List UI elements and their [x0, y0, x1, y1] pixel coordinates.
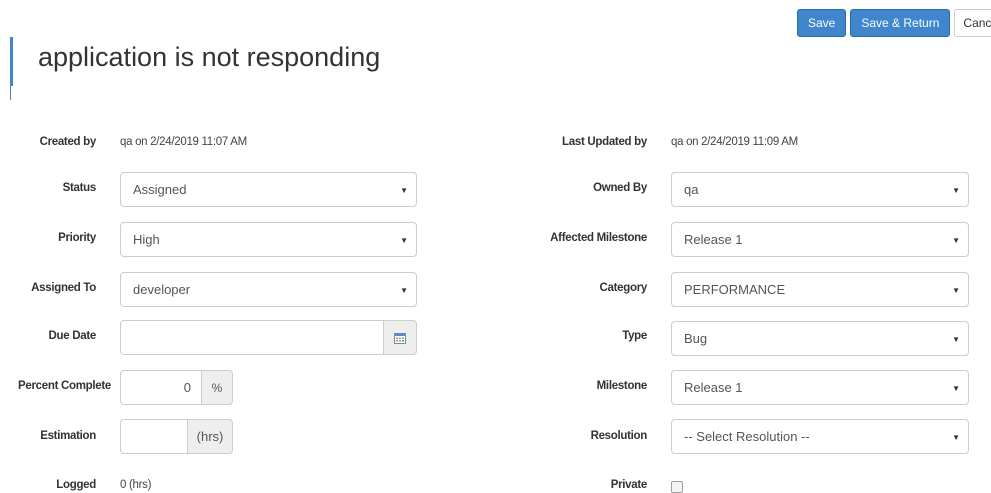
last-updated-by-label: Last Updated by — [562, 136, 647, 148]
save-and-return-button[interactable]: Save & Return — [850, 9, 951, 37]
resolution-label: Resolution — [590, 430, 648, 442]
type-select[interactable]: Bug ▼ — [671, 321, 969, 356]
cancel-button[interactable]: Cancel — [954, 9, 991, 37]
owned-by-select[interactable]: qa ▼ — [671, 172, 969, 207]
status-value: Assigned — [133, 182, 187, 197]
type-label: Type — [622, 330, 647, 342]
caret-down-icon: ▼ — [952, 433, 960, 442]
caret-down-icon: ▼ — [400, 186, 408, 195]
category-label: Category — [599, 282, 648, 294]
affected-milestone-value: Release 1 — [684, 232, 743, 247]
due-date-label: Due Date — [48, 330, 97, 342]
caret-down-icon: ▼ — [400, 236, 408, 245]
assigned-to-value: developer — [133, 282, 191, 297]
category-value: PERFORMANCE — [684, 282, 786, 297]
milestone-select[interactable]: Release 1 ▼ — [671, 370, 969, 405]
caret-down-icon: ▼ — [952, 286, 960, 295]
calendar-button[interactable] — [383, 320, 417, 355]
resolution-select[interactable]: -- Select Resolution -- ▼ — [671, 419, 969, 454]
caret-down-icon: ▼ — [952, 384, 960, 393]
estimation-group: (hrs) — [120, 419, 233, 454]
caret-down-icon: ▼ — [952, 236, 960, 245]
caret-down-icon: ▼ — [952, 186, 960, 195]
type-value: Bug — [684, 331, 708, 346]
milestone-value: Release 1 — [684, 380, 743, 395]
status-select[interactable]: Assigned ▼ — [120, 172, 417, 207]
toolbar: Save Save & Return Cancel — [797, 9, 991, 37]
last-updated-by-value: qa on 2/24/2019 11:09 AM — [671, 136, 798, 148]
percent-addon: % — [201, 370, 233, 405]
assigned-to-select[interactable]: developer ▼ — [120, 272, 417, 307]
percent-complete-input[interactable]: 0 — [120, 370, 201, 405]
owned-by-label: Owned By — [593, 182, 647, 194]
due-date-input[interactable] — [120, 320, 383, 355]
resolution-value: -- Select Resolution -- — [684, 429, 810, 444]
category-select[interactable]: PERFORMANCE ▼ — [671, 272, 969, 307]
caret-down-icon: ▼ — [400, 286, 408, 295]
created-by-label: Created by — [39, 136, 97, 148]
percent-complete-group: 0 % — [120, 370, 233, 405]
estimation-label: Estimation — [40, 430, 96, 442]
page-title: application is not responding — [38, 42, 381, 72]
caret-down-icon: ▼ — [952, 335, 960, 344]
affected-milestone-select[interactable]: Release 1 ▼ — [671, 222, 969, 257]
owned-by-value: qa — [684, 182, 699, 197]
private-label: Private — [610, 479, 648, 491]
milestone-label: Milestone — [596, 380, 648, 392]
priority-label: Priority — [58, 232, 96, 244]
affected-milestone-label: Affected Milestone — [550, 232, 647, 244]
status-label: Status — [62, 182, 97, 194]
priority-value: High — [133, 232, 160, 247]
private-checkbox[interactable] — [671, 481, 683, 493]
logged-value: 0 (hrs) — [120, 479, 152, 491]
title-accent-tail — [10, 86, 13, 100]
assigned-to-label: Assigned To — [31, 282, 96, 294]
estimation-input[interactable] — [120, 419, 187, 454]
save-button[interactable]: Save — [797, 9, 847, 37]
logged-label: Logged — [56, 479, 96, 491]
percent-complete-label: Percent Complete — [18, 380, 111, 392]
created-by-value: qa on 2/24/2019 11:07 AM — [120, 136, 247, 148]
hours-addon: (hrs) — [187, 419, 233, 454]
due-date-group — [120, 320, 417, 355]
calendar-icon — [394, 332, 406, 344]
priority-select[interactable]: High ▼ — [120, 222, 417, 257]
